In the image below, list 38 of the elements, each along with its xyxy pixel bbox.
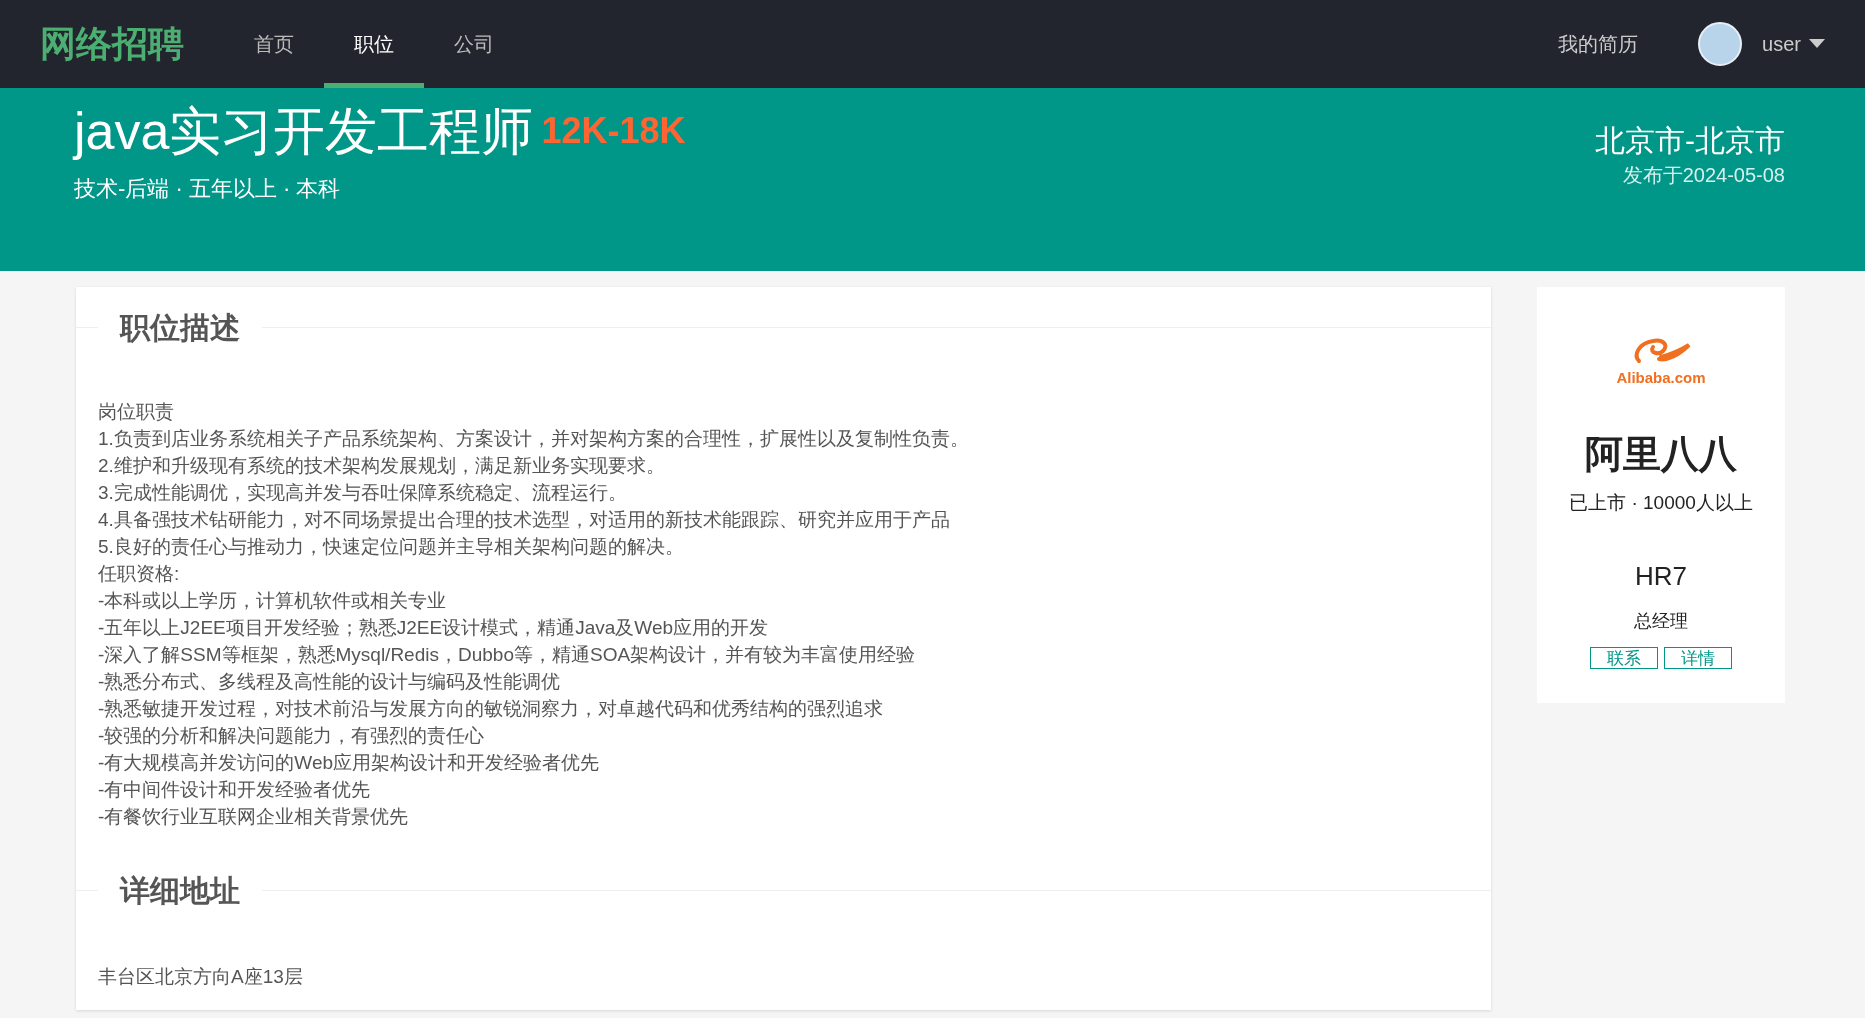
description-line: -深入了解SSM等框架，熟悉Mysql/Redis，Dubbo等，精通SOA架构设计，并有较为丰富使用经验 xyxy=(98,643,916,667)
description-line: 1.负责到店业务系统相关子产品系统架构、方案设计，并对架构方案的合理性，扩展性以及复制性负责。 xyxy=(98,427,969,451)
description-line: -熟悉分布式、多线程及高性能的设计与编码及性能调优 xyxy=(98,670,561,694)
section-heading: 详细地址 xyxy=(118,873,241,909)
user-menu[interactable]: user xyxy=(1762,29,1801,59)
description-line: -有中间件设计和开发经验者优先 xyxy=(98,778,371,802)
hr-title: 总经理 xyxy=(1634,610,1688,633)
job-title: java实习开发工程师 xyxy=(74,101,534,162)
card-button[interactable]: 联系 xyxy=(1590,647,1658,669)
posted-date: 发布于2024-05-08 xyxy=(1622,162,1785,188)
card-button[interactable]: 详情 xyxy=(1664,647,1732,669)
description-line: 4.具备强技术钻研能力，对不同场景提出合理的技术选型，对适用的新技术能跟踪、研究并应用于产品 xyxy=(98,508,950,532)
nav-tab[interactable]: 首页 xyxy=(224,0,324,88)
salary-range: 12K-18K xyxy=(541,109,686,154)
avatar-icon[interactable] xyxy=(1698,22,1743,66)
resume-link[interactable]: 我的简历 xyxy=(1558,29,1639,59)
company-info: 已上市 · 10000人以上 xyxy=(1569,490,1753,515)
company-logo-text: Alibaba.com xyxy=(1616,368,1706,388)
section-heading: 职位描述 xyxy=(118,310,241,346)
description-line: 5.良好的责任心与推动力，快速定位问题并主导相关架构问题的解决。 xyxy=(98,535,684,559)
description-line: 3.完成性能调优，实现高并发与吞吐保障系统稳定、流程运行。 xyxy=(98,481,627,505)
description-line: -有大规模高并发访问的Web应用架构设计和开发经验者优先 xyxy=(98,751,600,775)
description-line: -熟悉敏捷开发过程，对技术前沿与发展方向的敏锐洞察力，对卓越代码和优秀结构的强烈追求 xyxy=(98,697,884,721)
description-line: 丰台区北京方向A座13层 xyxy=(98,965,303,989)
description-line: 任职资格: xyxy=(98,562,180,586)
description-line: -本科或以上学历，计算机软件或相关专业 xyxy=(98,589,447,613)
hr-name: HR7 xyxy=(1635,560,1687,593)
description-line: 2.维护和升级现有系统的技术架构发展规划，满足新业务实现要求。 xyxy=(98,454,665,478)
description-line: -五年以上J2EE项目开发经验；熟悉J2EE设计模式，精通Java及Web应用的开发 xyxy=(98,616,768,640)
site-logo[interactable]: 网络招聘 xyxy=(40,17,184,71)
caret-icon[interactable] xyxy=(1809,39,1825,49)
description-line: -较强的分析和解决问题能力，有强烈的责任心 xyxy=(98,724,485,748)
job-location: 北京市-北京市 xyxy=(1595,123,1785,159)
nav-tab[interactable]: 公司 xyxy=(424,0,524,88)
description-line: 岗位职责 xyxy=(98,400,174,424)
description-line: -有餐饮行业互联网企业相关背景优先 xyxy=(98,805,409,829)
company-name: 阿里八八 xyxy=(1585,431,1737,477)
job-meta: 技术-后端 · 五年以上 · 本科 xyxy=(74,175,342,204)
